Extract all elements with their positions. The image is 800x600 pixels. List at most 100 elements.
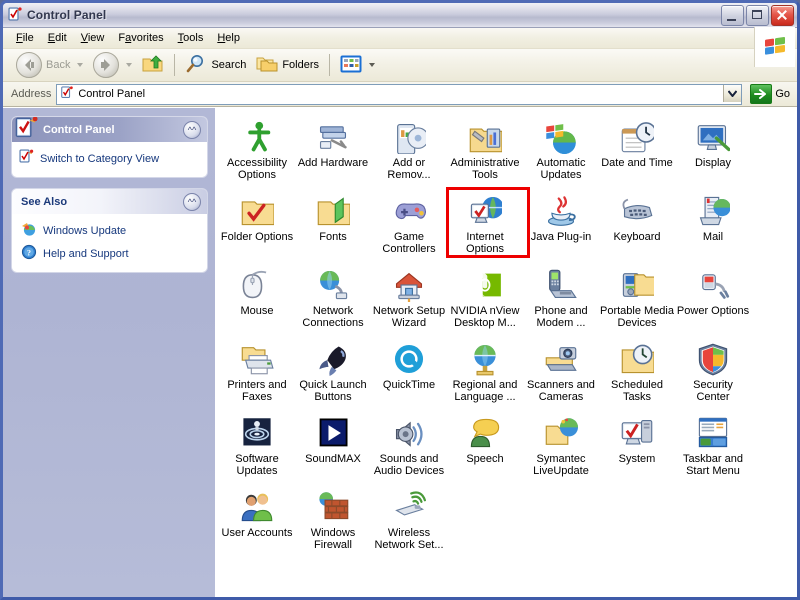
menu-bar: File Edit View Favorites Tools Help	[3, 27, 797, 67]
control-panel-item-label: QuickTime	[382, 379, 436, 391]
mail-icon	[696, 194, 731, 228]
chevron-up-icon[interactable]: ^^	[183, 121, 201, 139]
control-panel-item[interactable]: System	[600, 412, 674, 477]
control-panel-icon	[60, 85, 74, 103]
menu-edit[interactable]: Edit	[41, 30, 74, 46]
icon-view[interactable]: Accessibility Options Add Hardware Add or …	[215, 108, 797, 597]
control-panel-item-label: Windows Firewall	[310, 527, 356, 551]
control-panel-item[interactable]: Regional and Language ...	[448, 338, 522, 403]
views-button[interactable]	[335, 52, 380, 78]
control-panel-item[interactable]: Internet Options	[448, 190, 522, 255]
keyboard-icon	[620, 194, 654, 228]
control-panel-item-label: Date and Time	[601, 157, 673, 169]
chevron-down-icon[interactable]	[369, 63, 376, 67]
search-button[interactable]: Search	[180, 52, 251, 78]
minimize-button[interactable]	[721, 5, 744, 26]
control-panel-item[interactable]: Software Updates	[220, 412, 294, 477]
control-panel-item[interactable]: Speech	[448, 412, 522, 477]
menu-view[interactable]: View	[74, 30, 112, 46]
control-panel-item[interactable]: Power Options	[676, 264, 750, 329]
control-panel-item[interactable]: Date and Time	[600, 116, 674, 181]
control-panel-item[interactable]: Game Controllers	[372, 190, 446, 255]
control-panel-item-label: Mail	[702, 231, 724, 243]
control-panel-item[interactable]: Accessibility Options	[220, 116, 294, 181]
menu-tools[interactable]: Tools	[171, 30, 211, 46]
task-panel-title: Control Panel	[43, 123, 115, 136]
task-link-label: Switch to Category View	[40, 152, 160, 165]
control-panel-item[interactable]: Printers and Faxes	[220, 338, 294, 403]
control-panel-item[interactable]: Portable Media Devices	[600, 264, 674, 329]
control-panel-item-label: Printers and Faxes	[227, 379, 287, 403]
help-and-support-link[interactable]: ? Help and Support	[21, 242, 201, 265]
control-panel-item[interactable]: User Accounts	[220, 486, 294, 551]
chevron-up-icon[interactable]: ^^	[183, 193, 201, 211]
control-panel-item[interactable]: Folder Options	[220, 190, 294, 255]
control-panel-item[interactable]: Administrative Tools	[448, 116, 522, 181]
control-panel-item[interactable]: Windows Firewall	[296, 486, 370, 551]
toolbar-separator	[174, 54, 176, 76]
control-panel-item[interactable]: Display	[676, 116, 750, 181]
control-panel-item[interactable]: Scheduled Tasks	[600, 338, 674, 403]
control-panel-item[interactable]: NVIDIA nView Desktop M...	[448, 264, 522, 329]
menu-file[interactable]: File	[9, 30, 41, 46]
close-button[interactable]	[771, 5, 794, 26]
control-panel-item[interactable]: Symantec LiveUpdate	[524, 412, 598, 477]
magnifier-icon	[185, 54, 207, 77]
control-panel-item[interactable]: SoundMAX	[296, 412, 370, 477]
see-also-link-label: Windows Update	[43, 224, 127, 237]
portable-media-icon	[620, 268, 656, 302]
control-panel-item[interactable]: Keyboard	[600, 190, 674, 255]
address-value: Control Panel	[78, 88, 146, 100]
control-panel-item[interactable]: Quick Launch Buttons	[296, 338, 370, 403]
views-icon	[340, 55, 362, 76]
chevron-down-icon[interactable]	[77, 63, 84, 67]
control-panel-item[interactable]: Fonts	[296, 190, 370, 255]
control-panel-icon	[7, 7, 23, 23]
address-dropdown-button[interactable]	[723, 84, 742, 102]
windows-update-link[interactable]: Windows Update	[21, 219, 201, 242]
control-panel-item-label: Game Controllers	[382, 231, 436, 255]
control-panel-item[interactable]: Network Connections	[296, 264, 370, 329]
control-panel-item-label: Symantec LiveUpdate	[533, 453, 589, 477]
go-button[interactable]: Go	[747, 84, 797, 104]
control-panel-item[interactable]: Sounds and Audio Devices	[372, 412, 446, 477]
folders-button[interactable]: Folders	[251, 52, 324, 78]
control-panel-item-label: Portable Media Devices	[600, 305, 674, 329]
switch-to-category-view-link[interactable]: Switch to Category View	[18, 147, 201, 170]
windows-flag-icon	[754, 27, 795, 67]
window-buttons	[721, 5, 794, 26]
see-also-link-label: Help and Support	[43, 247, 129, 260]
control-panel-item[interactable]: Java Plug-in	[524, 190, 598, 255]
chevron-down-icon[interactable]	[126, 63, 133, 67]
java-icon	[544, 194, 578, 228]
task-panel-header[interactable]: Control Panel ^^	[12, 117, 207, 142]
control-panel-item[interactable]: Scanners and Cameras	[524, 338, 598, 403]
control-panel-icon	[14, 117, 38, 143]
control-panel-item[interactable]: Wireless Network Set...	[372, 486, 446, 551]
control-panel-item[interactable]: Add Hardware	[296, 116, 370, 181]
control-panel-item[interactable]: Mail	[676, 190, 750, 255]
control-panel-item[interactable]: Network Setup Wizard	[372, 264, 446, 329]
see-also-header[interactable]: See Also ^^	[12, 189, 207, 214]
menu-favorites[interactable]: Favorites	[111, 30, 170, 46]
address-bar: Address Control Panel Go	[3, 82, 797, 107]
back-arrow-icon	[16, 52, 42, 78]
accessibility-icon	[240, 120, 274, 154]
forward-button[interactable]	[88, 52, 137, 78]
maximize-button[interactable]	[746, 5, 769, 26]
back-button[interactable]: Back	[11, 52, 88, 78]
control-panel-item[interactable]: Phone and Modem ...	[524, 264, 598, 329]
control-panel-item-label: Internet Options	[466, 231, 504, 255]
menu-help[interactable]: Help	[210, 30, 247, 46]
internet-options-icon	[468, 194, 504, 228]
control-panel-item[interactable]: Security Center	[676, 338, 750, 403]
control-panel-item[interactable]: Mouse	[220, 264, 294, 329]
control-panel-item[interactable]: Automatic Updates	[524, 116, 598, 181]
control-panel-item[interactable]: Add or Remov...	[372, 116, 446, 181]
up-button[interactable]	[137, 52, 169, 78]
up-folder-icon	[142, 54, 164, 77]
address-input[interactable]: Control Panel	[56, 83, 743, 105]
control-panel-item[interactable]: Taskbar and Start Menu	[676, 412, 750, 477]
folders-icon	[256, 54, 278, 77]
control-panel-item[interactable]: QuickTime	[372, 338, 446, 403]
